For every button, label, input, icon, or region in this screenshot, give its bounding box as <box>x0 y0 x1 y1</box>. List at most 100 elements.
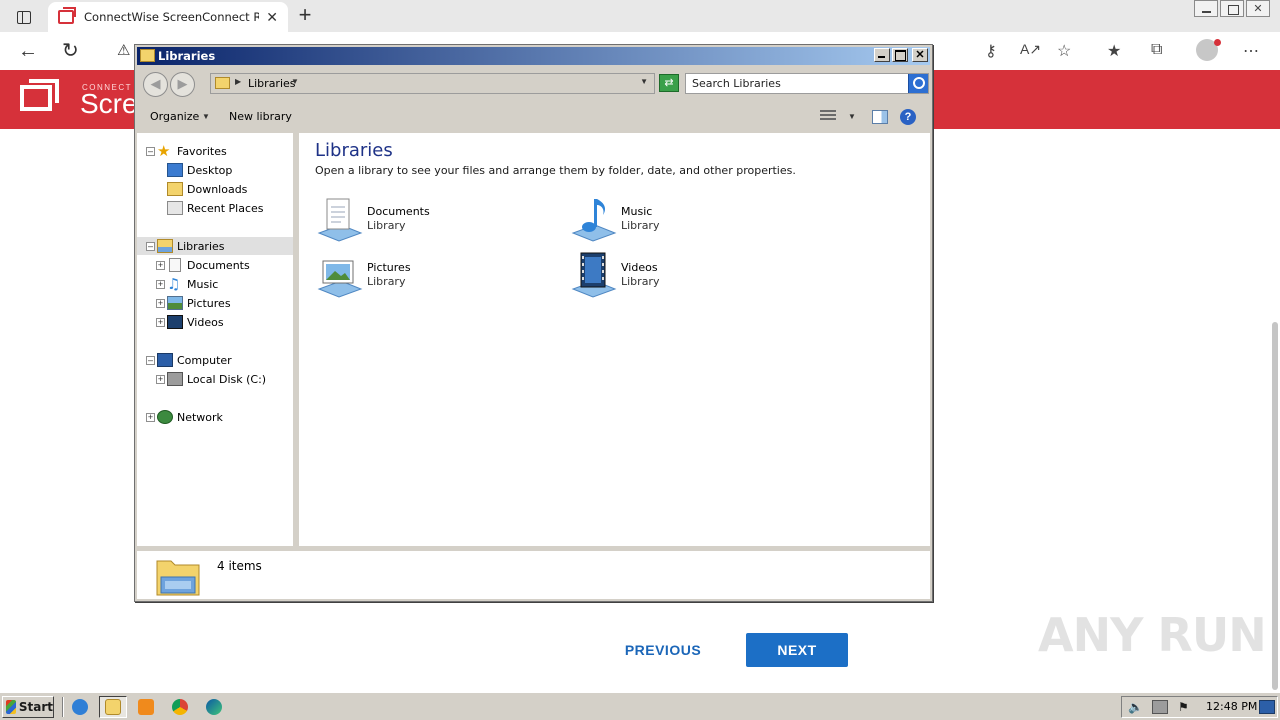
tab-close-icon[interactable]: ✕ <box>266 9 278 26</box>
details-pane: 4 items <box>137 549 930 599</box>
expand-icon[interactable]: + <box>156 318 165 327</box>
action-center-flag-icon[interactable]: ⚑ <box>1178 700 1194 714</box>
browser-minimize-button[interactable] <box>1194 0 1218 17</box>
address-dropdown-icon[interactable]: ▼ <box>640 77 648 86</box>
window-controls <box>874 48 928 62</box>
tree-item-favorites[interactable]: ★ Favorites <box>157 142 227 160</box>
change-view-icon[interactable] <box>820 110 836 124</box>
expand-icon[interactable]: + <box>156 280 165 289</box>
back-arrow-icon[interactable]: ◀ <box>143 72 168 97</box>
favorites-icon[interactable]: ★ <box>1107 41 1121 61</box>
chrome-icon[interactable] <box>166 696 194 718</box>
expand-icon[interactable]: + <box>156 375 165 384</box>
content-subtitle: Open a library to see your files and arr… <box>315 164 796 177</box>
read-aloud-icon[interactable]: A↗ <box>1020 41 1041 58</box>
collapse-icon[interactable]: – <box>146 242 155 251</box>
media-player-icon[interactable] <box>132 696 160 718</box>
network-tray-icon[interactable] <box>1152 700 1168 714</box>
add-favorite-icon[interactable]: ☆ <box>1057 41 1071 61</box>
volume-icon[interactable]: 🔈 <box>1128 700 1144 714</box>
refresh-icon[interactable]: ⇄ <box>659 74 679 92</box>
library-folder-icon <box>215 77 230 89</box>
search-icon[interactable] <box>908 74 928 93</box>
forward-arrow-icon[interactable]: ▶ <box>170 72 195 97</box>
taskbar-separator <box>62 697 64 717</box>
help-icon[interactable]: ? <box>900 109 916 125</box>
not-secure-warning-icon[interactable]: ⚠ <box>117 41 130 59</box>
show-desktop-icon[interactable] <box>1259 700 1275 714</box>
library-item-documents[interactable]: Documents Library <box>315 195 515 245</box>
music-library-icon <box>571 199 617 242</box>
view-dropdown-icon[interactable]: ▼ <box>848 112 856 121</box>
address-bar[interactable]: ▶ Libraries ▼ ▼ <box>210 73 655 94</box>
browser-tab[interactable]: ConnectWise ScreenConnect Remote ✕ <box>48 2 288 32</box>
back-icon[interactable]: ← <box>18 40 38 63</box>
expand-icon[interactable]: + <box>146 413 155 422</box>
desktop-icon <box>167 163 183 177</box>
page-scrollbar[interactable] <box>1272 322 1278 690</box>
breadcrumb-arrow-icon[interactable]: ▶ <box>235 77 241 86</box>
explorer-navbar: ◀ ▶ ▶ Libraries ▼ ▼ ⇄ Search Libraries <box>137 67 930 101</box>
tree-item-computer[interactable]: Computer <box>157 351 232 369</box>
tree-label: Favorites <box>177 144 227 158</box>
library-name: Music <box>621 205 653 218</box>
tree-item-music[interactable]: ♫ Music <box>167 275 218 293</box>
internet-explorer-icon[interactable] <box>66 696 94 718</box>
minimize-button[interactable] <box>874 48 890 62</box>
breadcrumb-arrow-icon[interactable]: ▼ <box>291 77 299 86</box>
previous-button[interactable]: PREVIOUS <box>610 633 716 667</box>
start-button[interactable]: Start <box>2 696 54 718</box>
maximize-button[interactable] <box>892 48 908 62</box>
wizard-navigation: PREVIOUS NEXT <box>610 633 850 667</box>
library-item-music[interactable]: Music Library <box>569 195 769 245</box>
new-library-button[interactable]: New library <box>229 110 292 123</box>
tree-item-videos[interactable]: Videos <box>167 313 224 331</box>
browser-window-controls <box>1192 0 1270 17</box>
search-input[interactable]: Search Libraries <box>685 73 929 94</box>
expand-icon[interactable]: + <box>156 261 165 270</box>
refresh-icon[interactable]: ↻ <box>62 38 79 63</box>
tree-label: Pictures <box>187 296 231 310</box>
browser-restore-button[interactable] <box>1220 0 1244 17</box>
tab-actions-icon[interactable] <box>10 6 38 28</box>
folder-icon <box>140 49 155 62</box>
tree-item-network[interactable]: Network <box>157 408 223 426</box>
new-tab-button[interactable]: + <box>294 4 316 26</box>
pictures-icon <box>167 296 183 310</box>
preview-pane-icon[interactable] <box>872 110 888 124</box>
clock[interactable]: 12:48 PM <box>1206 700 1257 713</box>
next-button[interactable]: NEXT <box>746 633 848 667</box>
tree-label: Network <box>177 410 223 424</box>
organize-dropdown-icon[interactable]: ▼ <box>202 112 210 121</box>
tree-item-local-disk[interactable]: Local Disk (C:) <box>167 370 266 388</box>
tree-item-libraries[interactable]: Libraries <box>137 237 293 255</box>
tree-item-documents[interactable]: Documents <box>167 256 250 274</box>
library-item-pictures[interactable]: Pictures Library <box>315 251 515 301</box>
tree-item-desktop[interactable]: Desktop <box>167 161 232 179</box>
tree-item-recent-places[interactable]: Recent Places <box>167 199 264 217</box>
library-name: Videos <box>621 261 658 274</box>
organize-button[interactable]: Organize <box>150 110 199 123</box>
edge-icon[interactable] <box>200 696 228 718</box>
address-text[interactable]: Libraries <box>248 77 296 90</box>
close-button[interactable] <box>912 48 928 62</box>
collections-icon[interactable]: ⧉ <box>1151 41 1162 59</box>
browser-tab-bar: ConnectWise ScreenConnect Remote ✕ + <box>0 0 1280 32</box>
explorer-titlebar[interactable]: Libraries <box>137 47 930 65</box>
profile-avatar-icon[interactable] <box>1196 39 1221 61</box>
tree-label: Computer <box>177 353 232 367</box>
more-options-icon[interactable]: ⋯ <box>1243 41 1259 61</box>
browser-close-button[interactable] <box>1246 0 1270 17</box>
tree-label: Recent Places <box>187 201 264 215</box>
tree-item-pictures[interactable]: Pictures <box>167 294 231 312</box>
library-type: Library <box>621 219 660 232</box>
key-icon[interactable]: ⚷ <box>985 41 997 61</box>
collapse-icon[interactable]: – <box>146 147 155 156</box>
library-type: Library <box>367 219 406 232</box>
connectwise-favicon-icon <box>58 7 76 24</box>
collapse-icon[interactable]: – <box>146 356 155 365</box>
tree-item-downloads[interactable]: Downloads <box>167 180 247 198</box>
expand-icon[interactable]: + <box>156 299 165 308</box>
explorer-taskbar-icon[interactable] <box>99 696 127 718</box>
library-item-videos[interactable]: Videos Library <box>569 251 769 301</box>
